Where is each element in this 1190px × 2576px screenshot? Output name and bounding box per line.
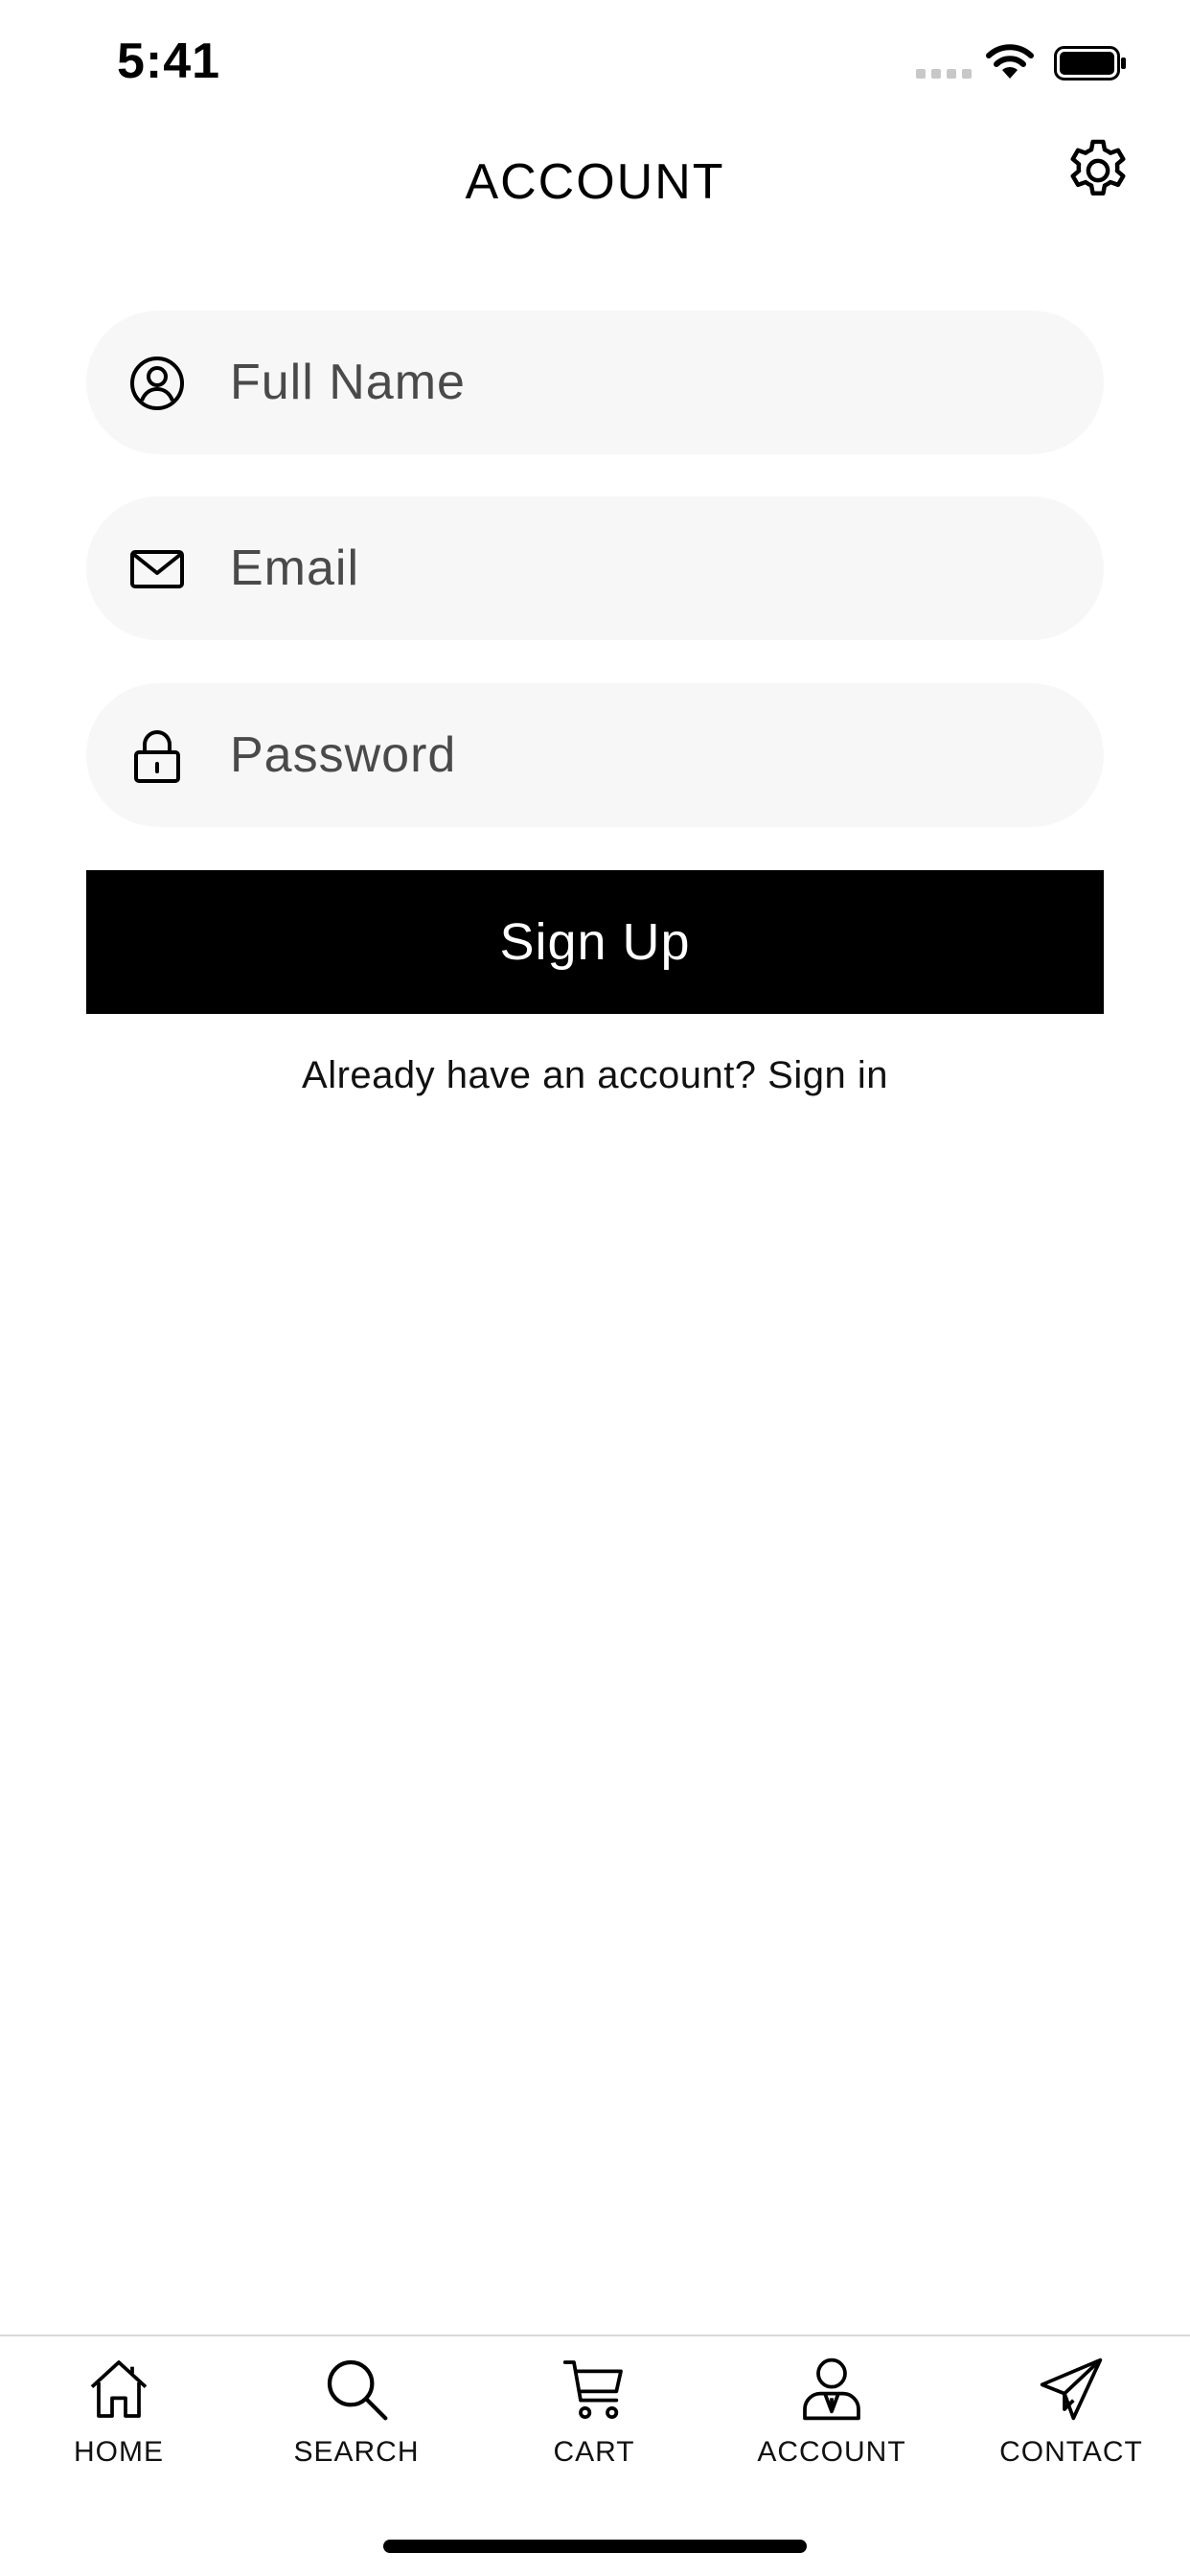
tab-home[interactable]: HOME xyxy=(0,2356,238,2499)
home-icon xyxy=(85,2356,152,2423)
password-input[interactable] xyxy=(230,683,1054,827)
cart-icon xyxy=(561,2356,628,2423)
wifi-icon xyxy=(985,42,1035,80)
lock-icon xyxy=(128,727,186,785)
tab-cart[interactable]: CART xyxy=(475,2356,713,2499)
account-icon xyxy=(798,2356,865,2423)
cellular-signal-icon xyxy=(916,69,972,79)
email-field[interactable] xyxy=(86,496,1104,640)
full-name-field[interactable] xyxy=(86,310,1104,454)
tab-label: CONTACT xyxy=(999,2436,1143,2468)
status-time: 5:41 xyxy=(117,34,221,89)
settings-button[interactable] xyxy=(1062,134,1134,207)
tab-label: SEARCH xyxy=(293,2436,420,2468)
tab-label: HOME xyxy=(74,2436,164,2468)
battery-icon xyxy=(1054,46,1127,80)
search-icon xyxy=(323,2356,390,2423)
page-title: ACCOUNT xyxy=(465,154,725,210)
paper-plane-icon xyxy=(1038,2356,1105,2423)
tab-label: CART xyxy=(553,2436,635,2468)
full-name-input[interactable] xyxy=(230,310,1054,454)
tab-label: ACCOUNT xyxy=(757,2436,906,2468)
email-input[interactable] xyxy=(230,496,1054,640)
gear-icon xyxy=(1070,139,1126,196)
status-bar: 5:41 xyxy=(0,0,1190,134)
password-field[interactable] xyxy=(86,683,1104,827)
sign-up-button[interactable]: Sign Up xyxy=(86,870,1104,1014)
user-circle-icon xyxy=(128,355,186,412)
tab-account[interactable]: ACCOUNT xyxy=(713,2356,950,2499)
home-indicator xyxy=(383,2540,807,2553)
sign-in-link[interactable]: Already have an account? Sign in xyxy=(0,1054,1190,1097)
tab-search[interactable]: SEARCH xyxy=(238,2356,475,2499)
tab-contact[interactable]: CONTACT xyxy=(952,2356,1190,2499)
envelope-icon xyxy=(128,540,186,598)
